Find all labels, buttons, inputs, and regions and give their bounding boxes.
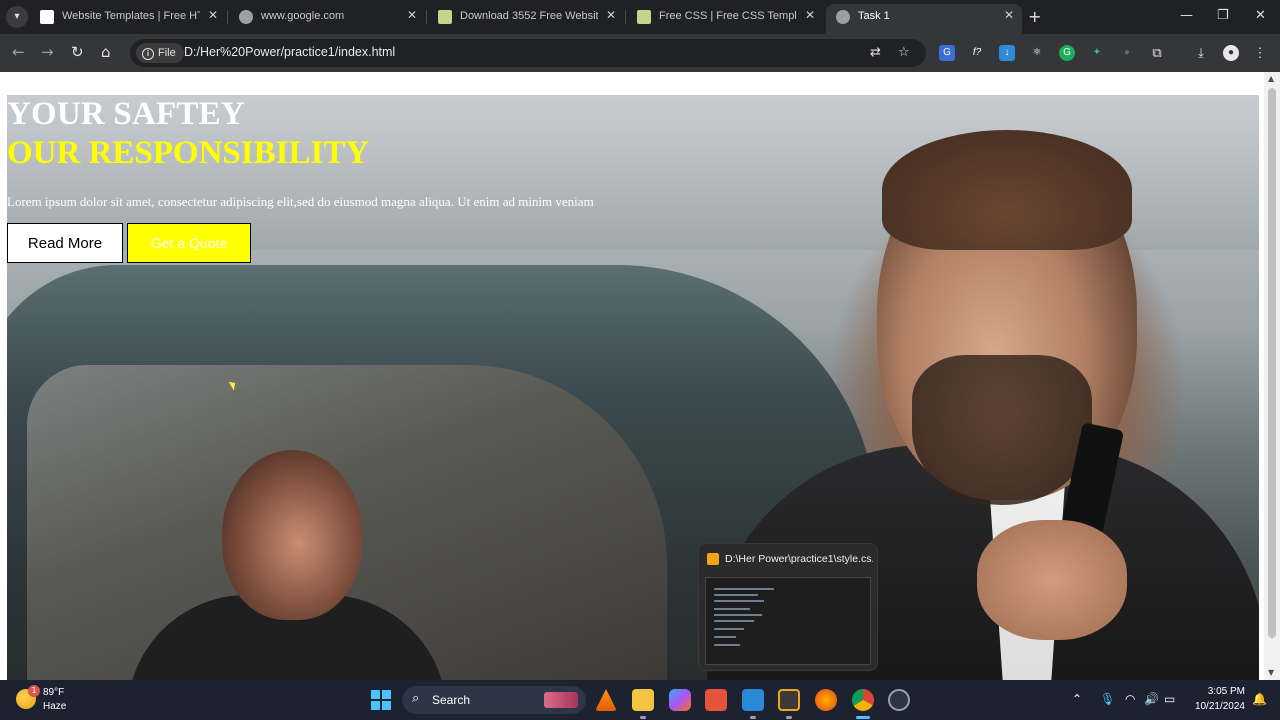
vertical-scrollbar[interactable]: ▲ ▼ <box>1264 72 1280 680</box>
page-viewport: YOUR SAFTEY OUR RESPONSIBILITY Lorem ips… <box>0 72 1280 680</box>
close-window-icon[interactable]: ✕ <box>1255 8 1266 23</box>
weather-temperature[interactable]: 89°F <box>43 687 64 698</box>
hero-section: YOUR SAFTEY OUR RESPONSIBILITY Lorem ips… <box>7 95 1259 680</box>
globe-icon <box>836 10 850 24</box>
extension-translate-icon[interactable]: G <box>939 45 955 61</box>
tray-overflow-icon[interactable]: ⌃ <box>1072 692 1082 706</box>
favicon-icon <box>40 10 54 24</box>
volume-icon[interactable]: 🔊 <box>1144 692 1159 706</box>
vlc-icon[interactable] <box>595 689 617 711</box>
tab-search-button[interactable]: ▾ <box>6 6 28 28</box>
url-text[interactable]: D:/Her%20Power/practice1/index.html <box>184 45 395 59</box>
notification-bell-icon[interactable]: 🔔 <box>1252 692 1267 706</box>
tab-free-css[interactable]: Free CSS | Free CSS Templates | ✕ <box>627 4 823 30</box>
address-bar[interactable]: i File D:/Her%20Power/practice1/index.htm… <box>130 39 926 67</box>
close-tab-icon[interactable]: ✕ <box>805 8 815 22</box>
extension-muted-icon[interactable]: ● <box>1119 45 1135 61</box>
sublime-text-icon <box>707 553 719 565</box>
close-tab-icon[interactable]: ✕ <box>606 8 616 22</box>
back-arrow-icon[interactable]: ← <box>12 43 25 61</box>
man-hand <box>977 520 1127 640</box>
windows-taskbar: 1 89°F Haze ⌕ Search ⌃ 🎙 ◠ 🔊 ▭ 3:05 PM 1… <box>0 680 1280 720</box>
extension-formula-icon[interactable]: f? <box>969 45 985 61</box>
active-indicator <box>856 716 870 719</box>
info-icon: i <box>142 48 154 60</box>
get-quote-button[interactable]: Get a Quote <box>127 223 251 263</box>
globe-icon <box>239 10 253 24</box>
site-info-chip[interactable]: i File <box>136 43 184 63</box>
extension-grammarly-icon[interactable]: G <box>1059 45 1075 61</box>
menu-kebab-icon[interactable]: ⋮ <box>1252 45 1268 61</box>
vscode-icon[interactable] <box>742 689 764 711</box>
app-orange-icon[interactable] <box>705 689 727 711</box>
tab-strip: ▾ Website Templates | Free HTML ✕ www.go… <box>0 0 1280 34</box>
hero-paragraph: Lorem ipsum dolor sit amet, consectetur … <box>7 194 594 209</box>
preview-thumbnail <box>705 577 871 665</box>
man-beard <box>912 355 1092 505</box>
close-tab-icon[interactable]: ✕ <box>407 8 417 22</box>
scrollbar-thumb[interactable] <box>1268 88 1276 638</box>
tab-title: Free CSS | Free CSS Templates | <box>659 10 797 22</box>
favicon-icon <box>438 10 452 24</box>
extension-react-icon[interactable]: ⚛ <box>1029 45 1045 61</box>
scroll-down-icon[interactable]: ▼ <box>1268 668 1274 677</box>
downloads-icon[interactable]: ⤓ <box>1193 45 1209 61</box>
site-info-label: File <box>158 47 176 59</box>
running-indicator <box>640 716 646 719</box>
hero-title: YOUR SAFTEY <box>7 96 245 132</box>
weather-description[interactable]: Haze <box>43 701 66 712</box>
wifi-icon[interactable]: ◠ <box>1125 692 1135 706</box>
microphone-icon[interactable]: 🎙 <box>1100 692 1115 706</box>
weather-badge: 1 <box>28 685 40 697</box>
firefox-icon[interactable] <box>815 689 837 711</box>
profile-avatar[interactable]: ● <box>1223 45 1239 61</box>
reload-icon[interactable]: ↻ <box>71 43 84 61</box>
tab-title: Website Templates | Free HTML <box>62 10 200 22</box>
close-tab-icon[interactable]: ✕ <box>208 8 218 22</box>
hero-subtitle: OUR RESPONSIBILITY <box>7 135 370 171</box>
read-more-button[interactable]: Read More <box>7 223 123 263</box>
tab-task-1[interactable]: Task 1 ✕ <box>826 4 1022 34</box>
search-highlight-icon <box>544 692 578 708</box>
tab-title: Task 1 <box>858 10 890 22</box>
copilot-icon[interactable] <box>669 689 691 711</box>
taskbar-window-preview[interactable]: D:\Her Power\practice1\style.cs... <box>698 543 878 671</box>
scroll-up-icon[interactable]: ▲ <box>1268 74 1274 83</box>
chrome-icon[interactable] <box>852 689 874 711</box>
forward-arrow-icon[interactable]: → <box>41 43 54 61</box>
clock-app-icon[interactable] <box>888 689 910 711</box>
search-label: Search <box>432 693 471 707</box>
running-indicator <box>786 716 792 719</box>
close-tab-icon[interactable]: ✕ <box>1004 8 1014 22</box>
extension-runner-icon[interactable]: ✦ <box>1089 45 1105 61</box>
battery-icon[interactable]: ▭ <box>1164 692 1175 706</box>
browser-toolbar: ← → ↻ ⌂ i File D:/Her%20Power/practice1/i… <box>0 34 1280 72</box>
minimize-icon[interactable]: — <box>1180 8 1193 23</box>
tab-website-templates[interactable]: Website Templates | Free HTML ✕ <box>30 4 226 30</box>
clock-date[interactable]: 10/21/2024 <box>1188 701 1245 712</box>
home-icon[interactable]: ⌂ <box>101 43 111 61</box>
maximize-icon[interactable]: ❐ <box>1217 8 1229 23</box>
tab-google[interactable]: www.google.com ✕ <box>229 4 425 30</box>
bookmark-star-icon[interactable]: ☆ <box>898 45 910 60</box>
sublime-text-icon[interactable] <box>778 689 800 711</box>
new-tab-icon[interactable]: + <box>1028 7 1041 26</box>
search-icon: ⌕ <box>412 691 420 706</box>
favicon-icon <box>637 10 651 24</box>
file-explorer-icon[interactable] <box>632 689 654 711</box>
tab-title: Download 3552 Free Website Te <box>460 10 598 22</box>
preview-title: D:\Her Power\practice1\style.cs... <box>725 553 873 565</box>
translate-icon[interactable]: ⇄ <box>870 45 881 60</box>
tab-title: www.google.com <box>261 10 345 22</box>
tab-download-templates[interactable]: Download 3552 Free Website Te ✕ <box>428 4 624 30</box>
man-hair <box>882 130 1132 250</box>
taskbar-search[interactable]: ⌕ Search <box>402 686 586 714</box>
windows-start-icon[interactable] <box>371 690 391 710</box>
clock-time[interactable]: 3:05 PM <box>1207 686 1245 697</box>
woman-head <box>222 450 362 620</box>
extension-download-icon[interactable]: ↓ <box>999 45 1015 61</box>
running-indicator <box>750 716 756 719</box>
extensions-puzzle-icon[interactable]: ⧉ <box>1149 45 1165 61</box>
